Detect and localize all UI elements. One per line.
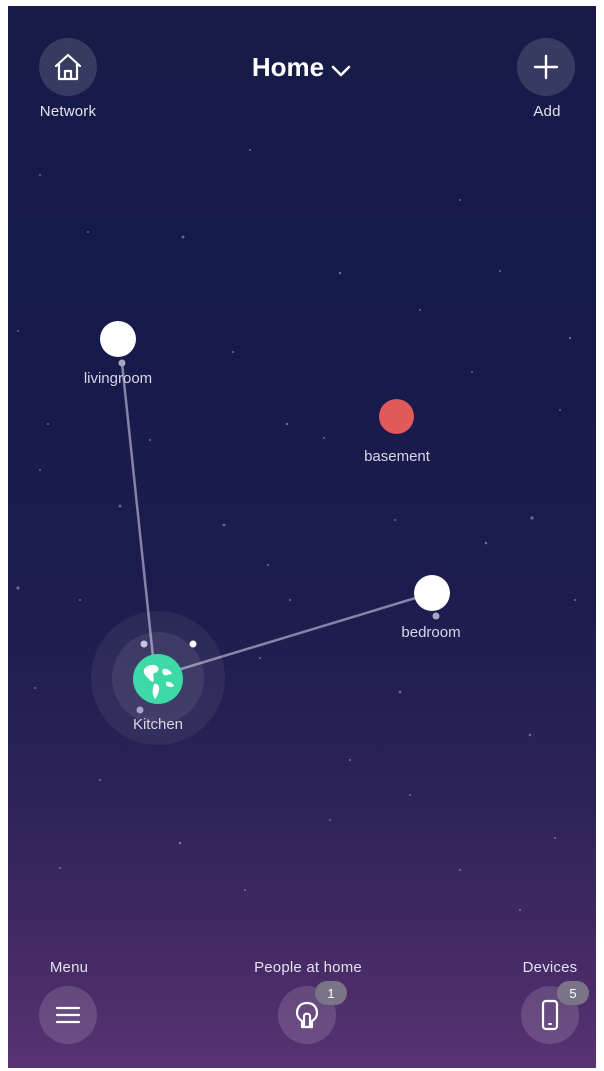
add-label: Add <box>533 103 561 120</box>
devices-label: Devices <box>522 959 578 976</box>
page-title: Home <box>251 52 325 82</box>
bedroom-connector-dot <box>432 612 440 620</box>
people-count-badge: 1 <box>315 981 347 1005</box>
home-icon <box>54 53 82 81</box>
frame-edge-left <box>0 0 8 1071</box>
kitchen-connector-dot <box>136 706 144 714</box>
add-button[interactable] <box>517 38 575 96</box>
room-node-kitchen[interactable] <box>133 654 183 704</box>
room-node-basement[interactable] <box>379 399 414 434</box>
people-at-home-label: People at home <box>254 959 362 976</box>
frame-edge-right <box>596 0 604 1071</box>
devices-count-badge: 5 <box>557 981 589 1005</box>
livingroom-connector-dot <box>118 359 126 367</box>
starfield <box>16 149 576 911</box>
menu-button[interactable] <box>39 986 97 1044</box>
room-label-livingroom: livingroom <box>83 370 153 387</box>
phone-icon <box>541 999 559 1031</box>
hamburger-icon <box>55 1006 81 1024</box>
room-label-bedroom: bedroom <box>401 624 461 641</box>
network-button[interactable] <box>39 38 97 96</box>
chevron-down-icon <box>330 54 352 85</box>
person-icon <box>295 1001 319 1029</box>
network-map <box>16 149 576 911</box>
home-selector[interactable]: Home <box>200 52 404 85</box>
menu-label: Menu <box>49 959 89 976</box>
room-node-livingroom[interactable] <box>100 321 136 357</box>
kitchen-satellite-dot <box>189 640 197 648</box>
home-network-screen: livingroom basement bedroom Kitchen Netw… <box>0 0 604 1071</box>
room-label-kitchen: Kitchen <box>132 716 184 733</box>
room-node-bedroom[interactable] <box>414 575 450 611</box>
network-label: Network <box>39 103 97 120</box>
globe-icon <box>143 664 174 699</box>
room-label-basement: basement <box>364 448 430 465</box>
kitchen-satellite-dot <box>140 640 148 648</box>
frame-edge-top <box>0 0 604 6</box>
plus-icon <box>533 54 559 80</box>
